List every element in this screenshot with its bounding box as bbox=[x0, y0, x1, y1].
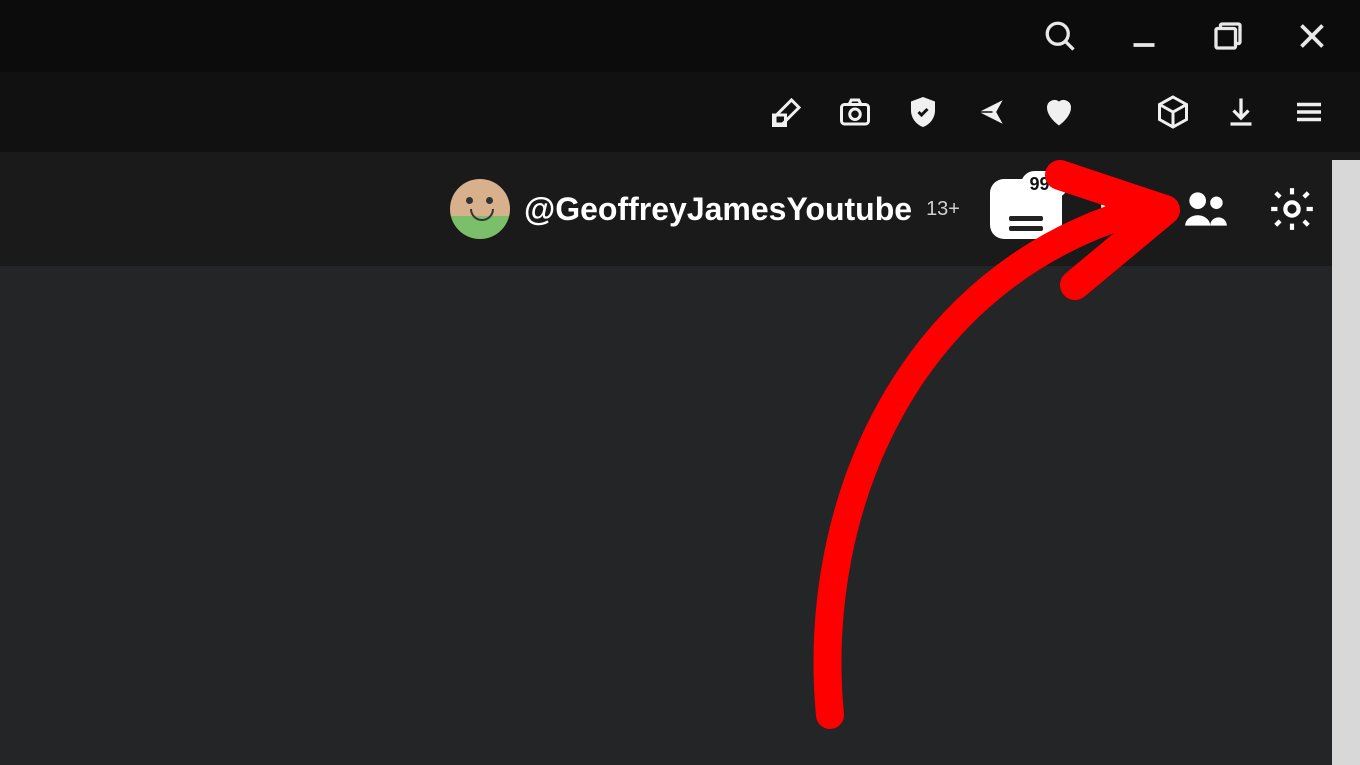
minimize-icon[interactable] bbox=[1124, 16, 1164, 56]
friends-button[interactable] bbox=[1178, 181, 1234, 237]
secondary-toolbar bbox=[0, 72, 1360, 152]
edit-icon[interactable] bbox=[766, 91, 808, 133]
window-control-bar bbox=[0, 0, 1360, 72]
maximize-icon[interactable] bbox=[1208, 16, 1248, 56]
notification-bars-icon bbox=[1009, 216, 1043, 231]
send-icon[interactable] bbox=[970, 91, 1012, 133]
user-profile-block[interactable]: @GeoffreyJamesYoutube 13+ bbox=[450, 179, 960, 239]
close-icon[interactable] bbox=[1292, 16, 1332, 56]
settings-button[interactable] bbox=[1264, 181, 1320, 237]
heart-icon[interactable] bbox=[1038, 91, 1080, 133]
app-header: @GeoffreyJamesYoutube 13+ 99+ bbox=[0, 152, 1360, 266]
robux-button[interactable] bbox=[1092, 181, 1148, 237]
notification-count: 99+ bbox=[1021, 171, 1068, 198]
camera-icon[interactable] bbox=[834, 91, 876, 133]
username-label: @GeoffreyJamesYoutube bbox=[524, 191, 912, 228]
right-scroll-panel[interactable] bbox=[1332, 160, 1360, 765]
shield-icon[interactable] bbox=[902, 91, 944, 133]
avatar bbox=[450, 179, 510, 239]
download-icon[interactable] bbox=[1220, 91, 1262, 133]
cube-icon[interactable] bbox=[1152, 91, 1194, 133]
notifications-button[interactable]: 99+ bbox=[990, 179, 1062, 239]
age-badge: 13+ bbox=[926, 198, 960, 221]
search-icon[interactable] bbox=[1040, 16, 1080, 56]
menu-icon[interactable] bbox=[1288, 91, 1330, 133]
